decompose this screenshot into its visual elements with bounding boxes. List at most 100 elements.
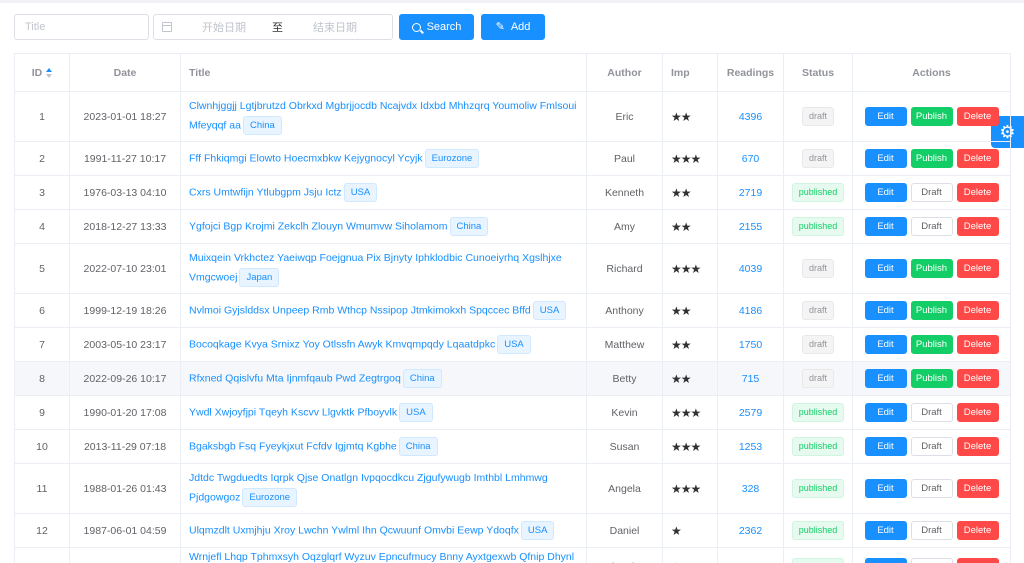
- edit-button[interactable]: Edit: [864, 259, 907, 278]
- search-icon: [411, 22, 421, 32]
- delete-button[interactable]: Delete: [956, 479, 999, 498]
- readings-link[interactable]: 2155: [739, 221, 762, 233]
- title-link[interactable]: Bgaksbgb Fsq Fyeykjxut Fcfdv Igjmtq Kgbh…: [189, 440, 397, 452]
- readings-link[interactable]: 670: [742, 153, 760, 165]
- cell-readings: 715: [717, 361, 784, 396]
- delete-button[interactable]: Delete: [956, 437, 999, 456]
- edit-button[interactable]: Edit: [864, 521, 907, 540]
- draft-button[interactable]: Draft: [910, 183, 953, 202]
- edit-button[interactable]: Edit: [864, 479, 907, 498]
- delete-button[interactable]: Delete: [956, 557, 999, 563]
- delete-button[interactable]: Delete: [956, 183, 999, 202]
- draft-button[interactable]: Draft: [910, 521, 953, 540]
- publish-button[interactable]: Publish: [910, 369, 953, 388]
- title-link[interactable]: Wrnjefl Lhqp Tphmxsyh Oqzglqrf Wyzuv Epn…: [189, 551, 574, 563]
- readings-link[interactable]: 1253: [739, 441, 762, 453]
- start-date-input[interactable]: 开始日期: [202, 19, 262, 35]
- status-badge: draft: [801, 149, 834, 168]
- publish-button[interactable]: Publish: [910, 335, 953, 354]
- star-icon: ★★: [671, 337, 691, 352]
- table-row: 1 2023-01-01 18:27 Clwnhjggjj Lgtjbrutzd O…: [14, 91, 1011, 142]
- publish-button[interactable]: Publish: [910, 149, 953, 168]
- column-header-title: Title: [180, 53, 587, 92]
- delete-button[interactable]: Delete: [956, 335, 999, 354]
- cell-status: published: [783, 395, 853, 430]
- cell-importance: ★★: [662, 361, 718, 396]
- status-badge: draft: [801, 369, 834, 388]
- add-button[interactable]: ✎ Add: [481, 14, 545, 40]
- column-header-id[interactable]: ID: [14, 53, 70, 92]
- filter-toolbar: 开始日期 至 结束日期 Search ✎ Add: [14, 14, 545, 40]
- date-range-picker[interactable]: 开始日期 至 结束日期: [153, 14, 393, 40]
- end-date-input[interactable]: 结束日期: [313, 19, 373, 35]
- draft-button[interactable]: Draft: [910, 437, 953, 456]
- readings-link[interactable]: 328: [742, 483, 760, 495]
- cell-status: published: [783, 175, 853, 210]
- cell-id: 5: [14, 243, 70, 294]
- cell-title: Bgaksbgb Fsq Fyeykjxut Fcfdv Igjmtq Kgbh…: [180, 429, 587, 464]
- cell-author: Amy: [586, 209, 663, 244]
- star-icon: ★★: [671, 219, 691, 234]
- title-link[interactable]: Fff Fhkiqmgi Elowto Hoecmxbkw Kejygnocyl…: [189, 152, 423, 164]
- cell-importance: ★: [662, 513, 718, 548]
- title-link[interactable]: Bocoqkage Kvya Srnixz Yoy Otlssfn Awyk K…: [189, 338, 495, 350]
- publish-button[interactable]: Publish: [910, 107, 953, 126]
- title-link[interactable]: Ygfojci Bgp Krojmi Zekclh Zlouyn Wmumvw …: [189, 220, 448, 232]
- delete-button[interactable]: Delete: [956, 107, 999, 126]
- edit-button[interactable]: Edit: [864, 557, 907, 563]
- readings-link[interactable]: 4396: [739, 111, 762, 123]
- draft-button[interactable]: Draft: [910, 557, 953, 563]
- readings-link[interactable]: 2719: [739, 187, 762, 199]
- edit-button[interactable]: Edit: [864, 183, 907, 202]
- table-row: 7 2003-05-10 23:17 Bocoqkage Kvya Srnixz Y…: [14, 327, 1011, 362]
- cell-author: Matthew: [586, 327, 663, 362]
- cell-status: draft: [783, 91, 853, 142]
- range-separator: 至: [272, 22, 283, 34]
- title-link[interactable]: Ulqmzdlt Uxmjhju Xroy Lwchn Ywlml Ihn Qc…: [189, 524, 519, 536]
- cell-author: Susan: [586, 429, 663, 464]
- delete-button[interactable]: Delete: [956, 217, 999, 236]
- draft-button[interactable]: Draft: [910, 217, 953, 236]
- title-link[interactable]: Rfxned Qqislvfu Mta Ijnmfqaub Pwd Zegtrg…: [189, 372, 401, 384]
- title-link[interactable]: Ywdl Xwjoyfjpi Tqeyh Kscvv Llgvktk Pfboy…: [189, 406, 397, 418]
- search-button[interactable]: Search: [399, 14, 474, 40]
- draft-button[interactable]: Draft: [910, 403, 953, 422]
- delete-button[interactable]: Delete: [956, 259, 999, 278]
- draft-button[interactable]: Draft: [910, 479, 953, 498]
- region-tag: Eurozone: [424, 148, 480, 168]
- readings-link[interactable]: 2362: [739, 525, 762, 537]
- region-tag: China: [398, 436, 438, 456]
- title-link[interactable]: Cxrs Umtwfijn Ytlubgpm Jsju Ictz: [189, 186, 342, 198]
- readings-link[interactable]: 1750: [739, 339, 762, 351]
- delete-button[interactable]: Delete: [956, 403, 999, 422]
- cell-status: draft: [783, 243, 853, 294]
- edit-button[interactable]: Edit: [864, 369, 907, 388]
- edit-button[interactable]: Edit: [864, 437, 907, 456]
- region-tag: Japan: [239, 268, 280, 288]
- cell-readings: 2815: [717, 547, 784, 563]
- edit-button[interactable]: Edit: [864, 107, 907, 126]
- cell-date: 1991-11-27 10:17: [69, 141, 181, 176]
- edit-button[interactable]: Edit: [864, 301, 907, 320]
- publish-button[interactable]: Publish: [910, 301, 953, 320]
- readings-link[interactable]: 715: [742, 373, 760, 385]
- delete-button[interactable]: Delete: [956, 521, 999, 540]
- edit-button[interactable]: Edit: [864, 403, 907, 422]
- readings-link[interactable]: 2579: [739, 407, 762, 419]
- readings-link[interactable]: 4186: [739, 305, 762, 317]
- readings-link[interactable]: 4039: [739, 263, 762, 275]
- delete-button[interactable]: Delete: [956, 301, 999, 320]
- cell-actions: Edit Publish Delete: [852, 293, 1011, 328]
- title-link[interactable]: Nvlmoi Gyjslddsx Unpeep Rmb Wthcp Nssipo…: [189, 304, 531, 316]
- delete-button[interactable]: Delete: [956, 149, 999, 168]
- edit-button[interactable]: Edit: [864, 149, 907, 168]
- cell-importance: ★★★: [662, 243, 718, 294]
- sort-caret-icon[interactable]: [46, 67, 53, 78]
- publish-button[interactable]: Publish: [910, 259, 953, 278]
- cell-date: 2013-11-29 07:18: [69, 429, 181, 464]
- title-filter-input[interactable]: [14, 14, 149, 40]
- delete-button[interactable]: Delete: [956, 369, 999, 388]
- cell-title: Bocoqkage Kvya Srnixz Yoy Otlssfn Awyk K…: [180, 327, 587, 362]
- edit-button[interactable]: Edit: [864, 217, 907, 236]
- edit-button[interactable]: Edit: [864, 335, 907, 354]
